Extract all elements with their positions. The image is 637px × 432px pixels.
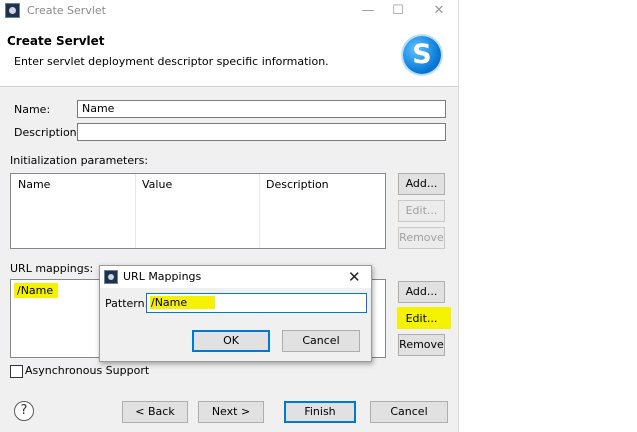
servlet-app-icon [104, 270, 118, 284]
column-header-name[interactable]: Name [18, 178, 50, 191]
help-icon[interactable]: ? [14, 401, 34, 421]
column-divider [135, 174, 136, 248]
next-button[interactable]: Next > [198, 401, 264, 423]
servlet-app-icon [5, 3, 20, 18]
minimize-button[interactable]: — [354, 1, 382, 21]
list-item[interactable]: /Name [14, 283, 59, 298]
description-label: Description: [14, 126, 81, 139]
back-button[interactable]: < Back [122, 401, 188, 423]
pattern-value: /Name [150, 296, 216, 309]
close-button[interactable]: ✕ [425, 1, 453, 21]
create-servlet-window: Create Servlet — ☐ ✕ Create Servlet Ente… [0, 0, 459, 432]
url-mappings-dialog: URL Mappings ✕ Pattern: /Name OK Cancel [99, 265, 372, 362]
dialog-cancel-button[interactable]: Cancel [282, 330, 360, 352]
banner-title: Create Servlet [7, 34, 105, 48]
init-add-button[interactable]: Add... [398, 173, 445, 195]
finish-button[interactable]: Finish [284, 401, 356, 423]
column-divider [259, 174, 260, 248]
init-remove-button[interactable]: Remove [398, 227, 445, 249]
banner-subtitle: Enter servlet deployment descriptor spec… [14, 55, 329, 68]
url-mappings-label: URL mappings: [10, 262, 94, 275]
dialog-title: URL Mappings [123, 270, 202, 283]
url-remove-button[interactable]: Remove [398, 334, 445, 356]
window-title: Create Servlet [27, 4, 106, 17]
cancel-button[interactable]: Cancel [370, 401, 448, 423]
init-params-table[interactable]: Name Value Description [10, 173, 386, 249]
async-support-label[interactable]: Asynchronous Support [25, 364, 149, 377]
servlet-logo-icon: S [403, 36, 441, 74]
description-field[interactable] [77, 123, 446, 141]
wizard-banner: Create Servlet Enter servlet deployment … [0, 22, 458, 87]
init-params-label: Initialization parameters: [10, 154, 149, 167]
name-label: Name: [14, 103, 51, 116]
url-edit-button[interactable]: Edit... [398, 308, 445, 330]
async-support-checkbox[interactable] [10, 365, 23, 378]
pattern-input[interactable]: /Name [146, 293, 367, 313]
column-header-value[interactable]: Value [142, 178, 172, 191]
maximize-button[interactable]: ☐ [384, 1, 412, 21]
pattern-label: Pattern: [105, 297, 149, 310]
column-header-description[interactable]: Description [266, 178, 329, 191]
init-edit-button[interactable]: Edit... [398, 200, 445, 222]
dialog-close-button[interactable]: ✕ [348, 268, 361, 286]
url-add-button[interactable]: Add... [398, 281, 445, 303]
name-field[interactable]: Name [77, 100, 446, 118]
title-bar: Create Servlet — ☐ ✕ [0, 0, 458, 22]
dialog-title-bar: URL Mappings ✕ [100, 266, 371, 288]
dialog-ok-button[interactable]: OK [192, 330, 270, 352]
